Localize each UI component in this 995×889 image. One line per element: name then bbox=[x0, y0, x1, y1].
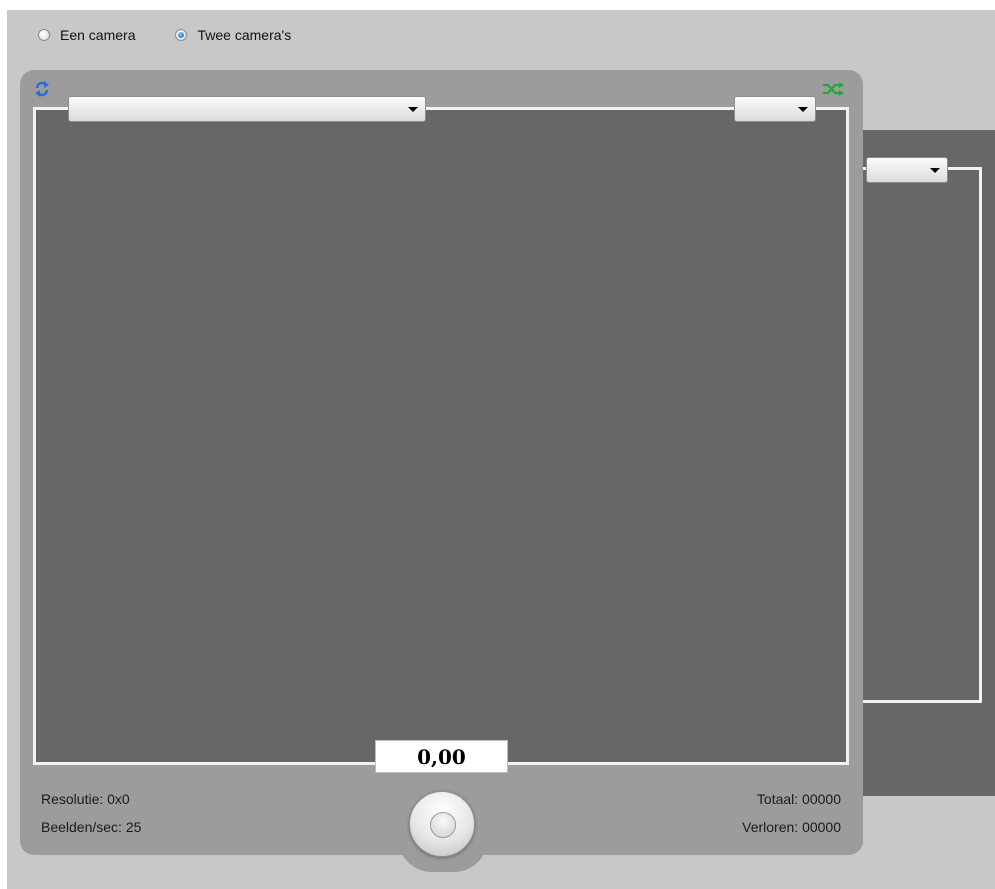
camera1-resolution-dropdown[interactable] bbox=[734, 96, 816, 122]
total-frames-readout: Totaal: 00000 bbox=[756, 791, 841, 807]
radio-one-camera-button[interactable] bbox=[38, 29, 50, 41]
capture-button-icon bbox=[430, 812, 456, 838]
chevron-down-icon bbox=[408, 107, 418, 112]
camera2-video-frame bbox=[862, 167, 982, 703]
capture-button[interactable] bbox=[409, 791, 475, 857]
camera2-resolution-dropdown[interactable] bbox=[866, 157, 948, 183]
lost-frames-readout: Verloren: 00000 bbox=[742, 819, 841, 835]
refresh-icon[interactable] bbox=[34, 80, 50, 98]
radio-one-camera[interactable]: Een camera bbox=[38, 27, 135, 43]
timer-display: 0,00 bbox=[375, 740, 508, 773]
radio-two-cameras[interactable]: Twee camera's bbox=[175, 27, 291, 43]
camera1-video-view bbox=[33, 107, 849, 765]
radio-one-camera-label: Een camera bbox=[60, 27, 136, 43]
radio-two-cameras-button[interactable] bbox=[175, 29, 188, 41]
radio-two-cameras-label: Twee camera's bbox=[197, 27, 292, 43]
resolution-readout: Resolutie: 0x0 bbox=[41, 791, 130, 807]
camera1-source-dropdown[interactable] bbox=[68, 96, 426, 122]
timer-value: 0,00 bbox=[417, 744, 466, 769]
camera-mode-selector: Een camera Twee camera's bbox=[38, 26, 291, 44]
chevron-down-icon bbox=[798, 107, 808, 112]
switch-cameras-icon[interactable] bbox=[822, 82, 844, 96]
chevron-down-icon bbox=[930, 168, 940, 173]
fps-readout: Beelden/sec: 25 bbox=[41, 819, 142, 835]
